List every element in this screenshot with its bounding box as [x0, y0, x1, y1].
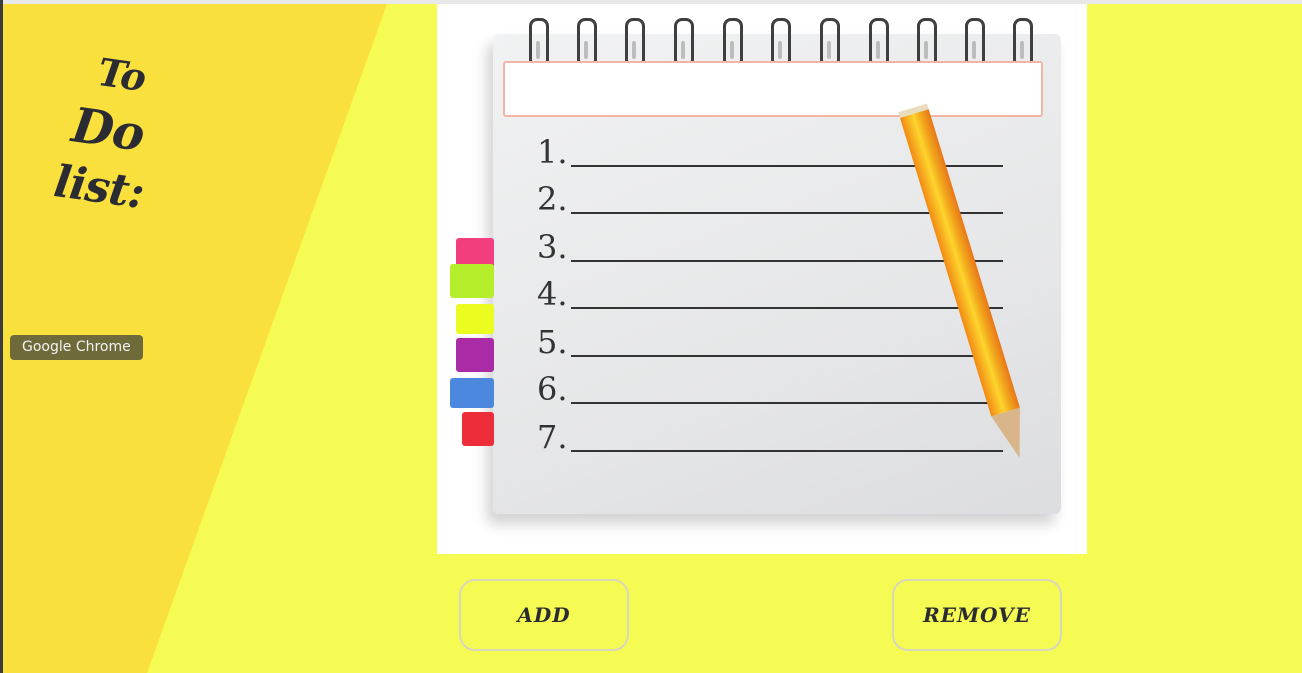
todo-page: To Do list: Google Chrome 1. 2. 3. 4. 5.… — [0, 0, 1302, 673]
line-number-6: 6. — [537, 370, 568, 408]
line-number-5: 5. — [537, 323, 568, 361]
sticky-tab-yellow — [456, 304, 494, 334]
writing-line — [571, 307, 1003, 309]
line-number-2: 2. — [537, 180, 568, 218]
remove-button[interactable]: REMOVE — [892, 579, 1062, 651]
task-input[interactable] — [503, 61, 1043, 117]
sticky-tab-green — [450, 264, 494, 298]
writing-line — [571, 402, 1003, 404]
writing-line — [571, 355, 1003, 357]
line-number-7: 7. — [537, 418, 568, 456]
line-number-1: 1. — [537, 133, 568, 171]
title-do: Do — [68, 97, 148, 163]
sticky-tab-red — [462, 412, 494, 446]
title-to: To — [95, 48, 149, 101]
sticky-tab-blue — [450, 378, 494, 408]
add-button[interactable]: ADD — [459, 579, 629, 651]
line-number-3: 3. — [537, 228, 568, 266]
sticky-tab-purple — [456, 338, 494, 372]
desktop-left-edge — [0, 0, 3, 673]
line-number-4: 4. — [537, 275, 568, 313]
writing-line — [571, 260, 1003, 262]
writing-line — [571, 450, 1003, 452]
google-chrome-tooltip: Google Chrome — [10, 335, 143, 360]
